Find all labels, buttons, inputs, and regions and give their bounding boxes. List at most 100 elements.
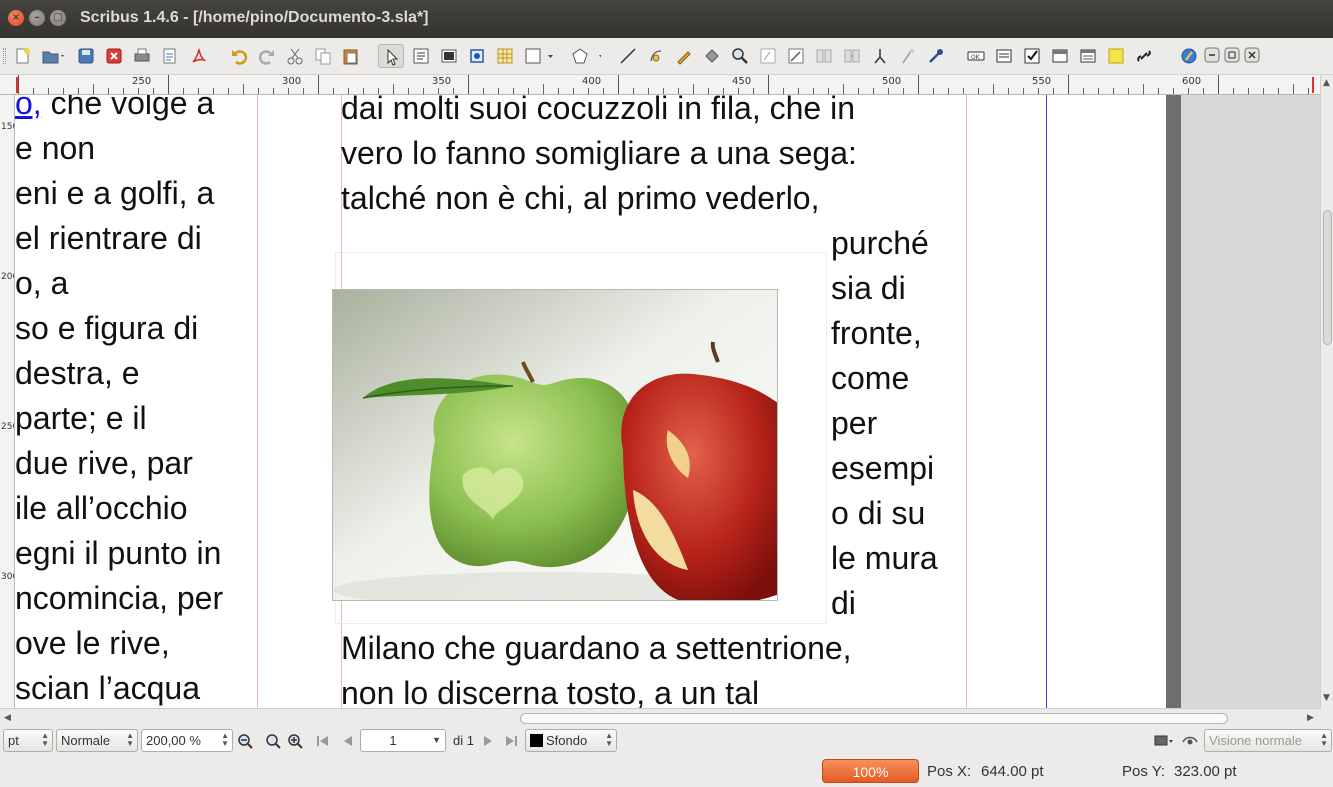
zoom-input[interactable]: 200,00 % ▲ ▼ [141, 729, 233, 752]
scroll-right-icon[interactable]: ▶ [1307, 713, 1314, 723]
text-line: destra, e [15, 355, 140, 391]
pdf-annotation-icon[interactable] [1107, 47, 1125, 65]
first-page-icon[interactable] [315, 733, 331, 749]
scribus-window: × – □ Scribus 1.4.6 - [/home/pino/Docume… [0, 0, 1333, 787]
ruler-tick [1158, 88, 1159, 94]
pdf-checkbox-icon[interactable] [1023, 47, 1041, 65]
select-icon[interactable] [378, 44, 404, 68]
ruler-tick [1098, 88, 1099, 94]
ruler-label: 250 [1, 422, 14, 432]
vertical-ruler[interactable]: 150 200 250 300 [0, 95, 15, 708]
link-frames-icon[interactable] [815, 47, 833, 65]
preflight-icon[interactable] [161, 47, 179, 65]
margin-guide [966, 95, 967, 708]
ruler-tick [48, 88, 49, 94]
zoom-icon[interactable] [731, 47, 749, 65]
svg-text:OK: OK [971, 54, 981, 61]
ruler-tick [183, 88, 184, 94]
display-mode-icon[interactable] [1154, 733, 1173, 749]
rotate-icon[interactable] [703, 47, 721, 65]
title-bar: × – □ Scribus 1.4.6 - [/home/pino/Docume… [0, 0, 1333, 38]
pdf-text-field-icon[interactable] [995, 47, 1013, 65]
layer-select[interactable]: Sfondo ▲ ▼ [525, 729, 617, 752]
bezier-icon[interactable] [647, 47, 665, 65]
pdf-combobox-icon[interactable] [1051, 47, 1069, 65]
next-page-icon[interactable] [481, 733, 497, 749]
ruler-tick [228, 88, 229, 94]
pdf-listbox-icon[interactable] [1079, 47, 1097, 65]
scroll-down-icon[interactable]: ▼ [1323, 693, 1330, 703]
minimize-doc-icon[interactable] [1204, 47, 1222, 65]
restore-doc-icon[interactable] [1224, 47, 1242, 65]
page-number-select[interactable]: 1 ▼ [360, 729, 446, 752]
view-mode-select[interactable]: Visione normale ▲ ▼ [1204, 729, 1332, 752]
line-icon[interactable] [619, 47, 637, 65]
edit-contents-icon[interactable] [759, 47, 777, 65]
ruler-label: 250 [132, 76, 152, 87]
horizontal-scroll-thumb[interactable] [520, 713, 1228, 724]
new-document-icon[interactable] [14, 47, 32, 65]
print-icon[interactable] [133, 47, 151, 65]
open-icon[interactable] [42, 47, 64, 65]
ruler-tick [843, 84, 844, 94]
vertical-scroll-thumb[interactable] [1323, 210, 1332, 345]
horizontal-ruler[interactable]: 250 300 350 400 450 500 550 600 [0, 75, 1320, 95]
scroll-left-icon[interactable]: ◀ [4, 713, 11, 723]
redo-icon[interactable] [258, 47, 276, 65]
ruler-cursor-marker [1312, 77, 1314, 93]
render-frame-icon[interactable] [468, 47, 486, 65]
window-minimize-button[interactable]: – [29, 10, 45, 26]
ruler-tick [273, 88, 274, 94]
vertical-scrollbar[interactable]: ▲ ▼ [1320, 75, 1333, 708]
ruler-tick [753, 88, 754, 94]
image-frame[interactable] [332, 289, 778, 601]
close-doc-icon[interactable] [1244, 47, 1262, 65]
document-canvas[interactable]: o, che volge a e non eni e a golfi, a el… [15, 95, 1320, 708]
ruler-tick [1083, 88, 1084, 94]
save-icon[interactable] [77, 47, 95, 65]
ruler-tick [123, 88, 124, 94]
preview-eye-icon[interactable] [1182, 733, 1198, 749]
ruler-label: 450 [732, 76, 752, 87]
window-maximize-button[interactable]: □ [50, 10, 66, 26]
ruler-tick [468, 75, 469, 94]
cut-icon[interactable] [286, 47, 304, 65]
ruler-tick [93, 84, 94, 94]
measure-icon[interactable] [871, 47, 889, 65]
ruler-tick [198, 88, 199, 94]
pdf-button-icon[interactable]: OK [967, 47, 985, 65]
freehand-icon[interactable] [675, 47, 693, 65]
zoom-out-icon[interactable] [237, 733, 253, 749]
ruler-tick [423, 88, 424, 94]
eyedropper-icon[interactable] [927, 47, 945, 65]
hyperlink[interactable]: o, [15, 95, 42, 121]
unit-select[interactable]: pt ▲ ▼ [3, 729, 53, 752]
toolbar-grip[interactable] [3, 48, 6, 64]
ruler-tick [363, 88, 364, 94]
pdf-link-icon[interactable] [1135, 47, 1153, 65]
text-frame-icon[interactable] [412, 47, 430, 65]
zoom-in-icon[interactable] [287, 733, 303, 749]
image-frame-icon[interactable] [440, 47, 458, 65]
copy-icon[interactable] [314, 47, 332, 65]
close-document-icon[interactable] [105, 47, 123, 65]
paste-icon[interactable] [342, 47, 360, 65]
help-icon[interactable] [1180, 47, 1198, 65]
shape-icon[interactable] [524, 47, 553, 65]
export-pdf-icon[interactable] [189, 47, 207, 65]
ruler-tick [483, 88, 484, 94]
ruler-label: 200 [1, 272, 14, 282]
horizontal-scrollbar[interactable]: ◀ ▶ [0, 708, 1320, 726]
window-close-button[interactable]: × [8, 10, 24, 26]
undo-icon[interactable] [230, 47, 248, 65]
last-page-icon[interactable] [503, 733, 519, 749]
scroll-up-icon[interactable]: ▲ [1323, 78, 1330, 88]
unlink-frames-icon[interactable] [843, 47, 861, 65]
previous-page-icon[interactable] [339, 733, 355, 749]
polygon-icon[interactable] [571, 47, 601, 65]
zoom-100-icon[interactable] [265, 733, 281, 749]
table-icon[interactable] [496, 47, 514, 65]
edit-text-icon[interactable] [787, 47, 805, 65]
image-preview-quality-select[interactable]: Normale ▲ ▼ [56, 729, 138, 752]
copy-properties-icon[interactable] [899, 47, 917, 65]
